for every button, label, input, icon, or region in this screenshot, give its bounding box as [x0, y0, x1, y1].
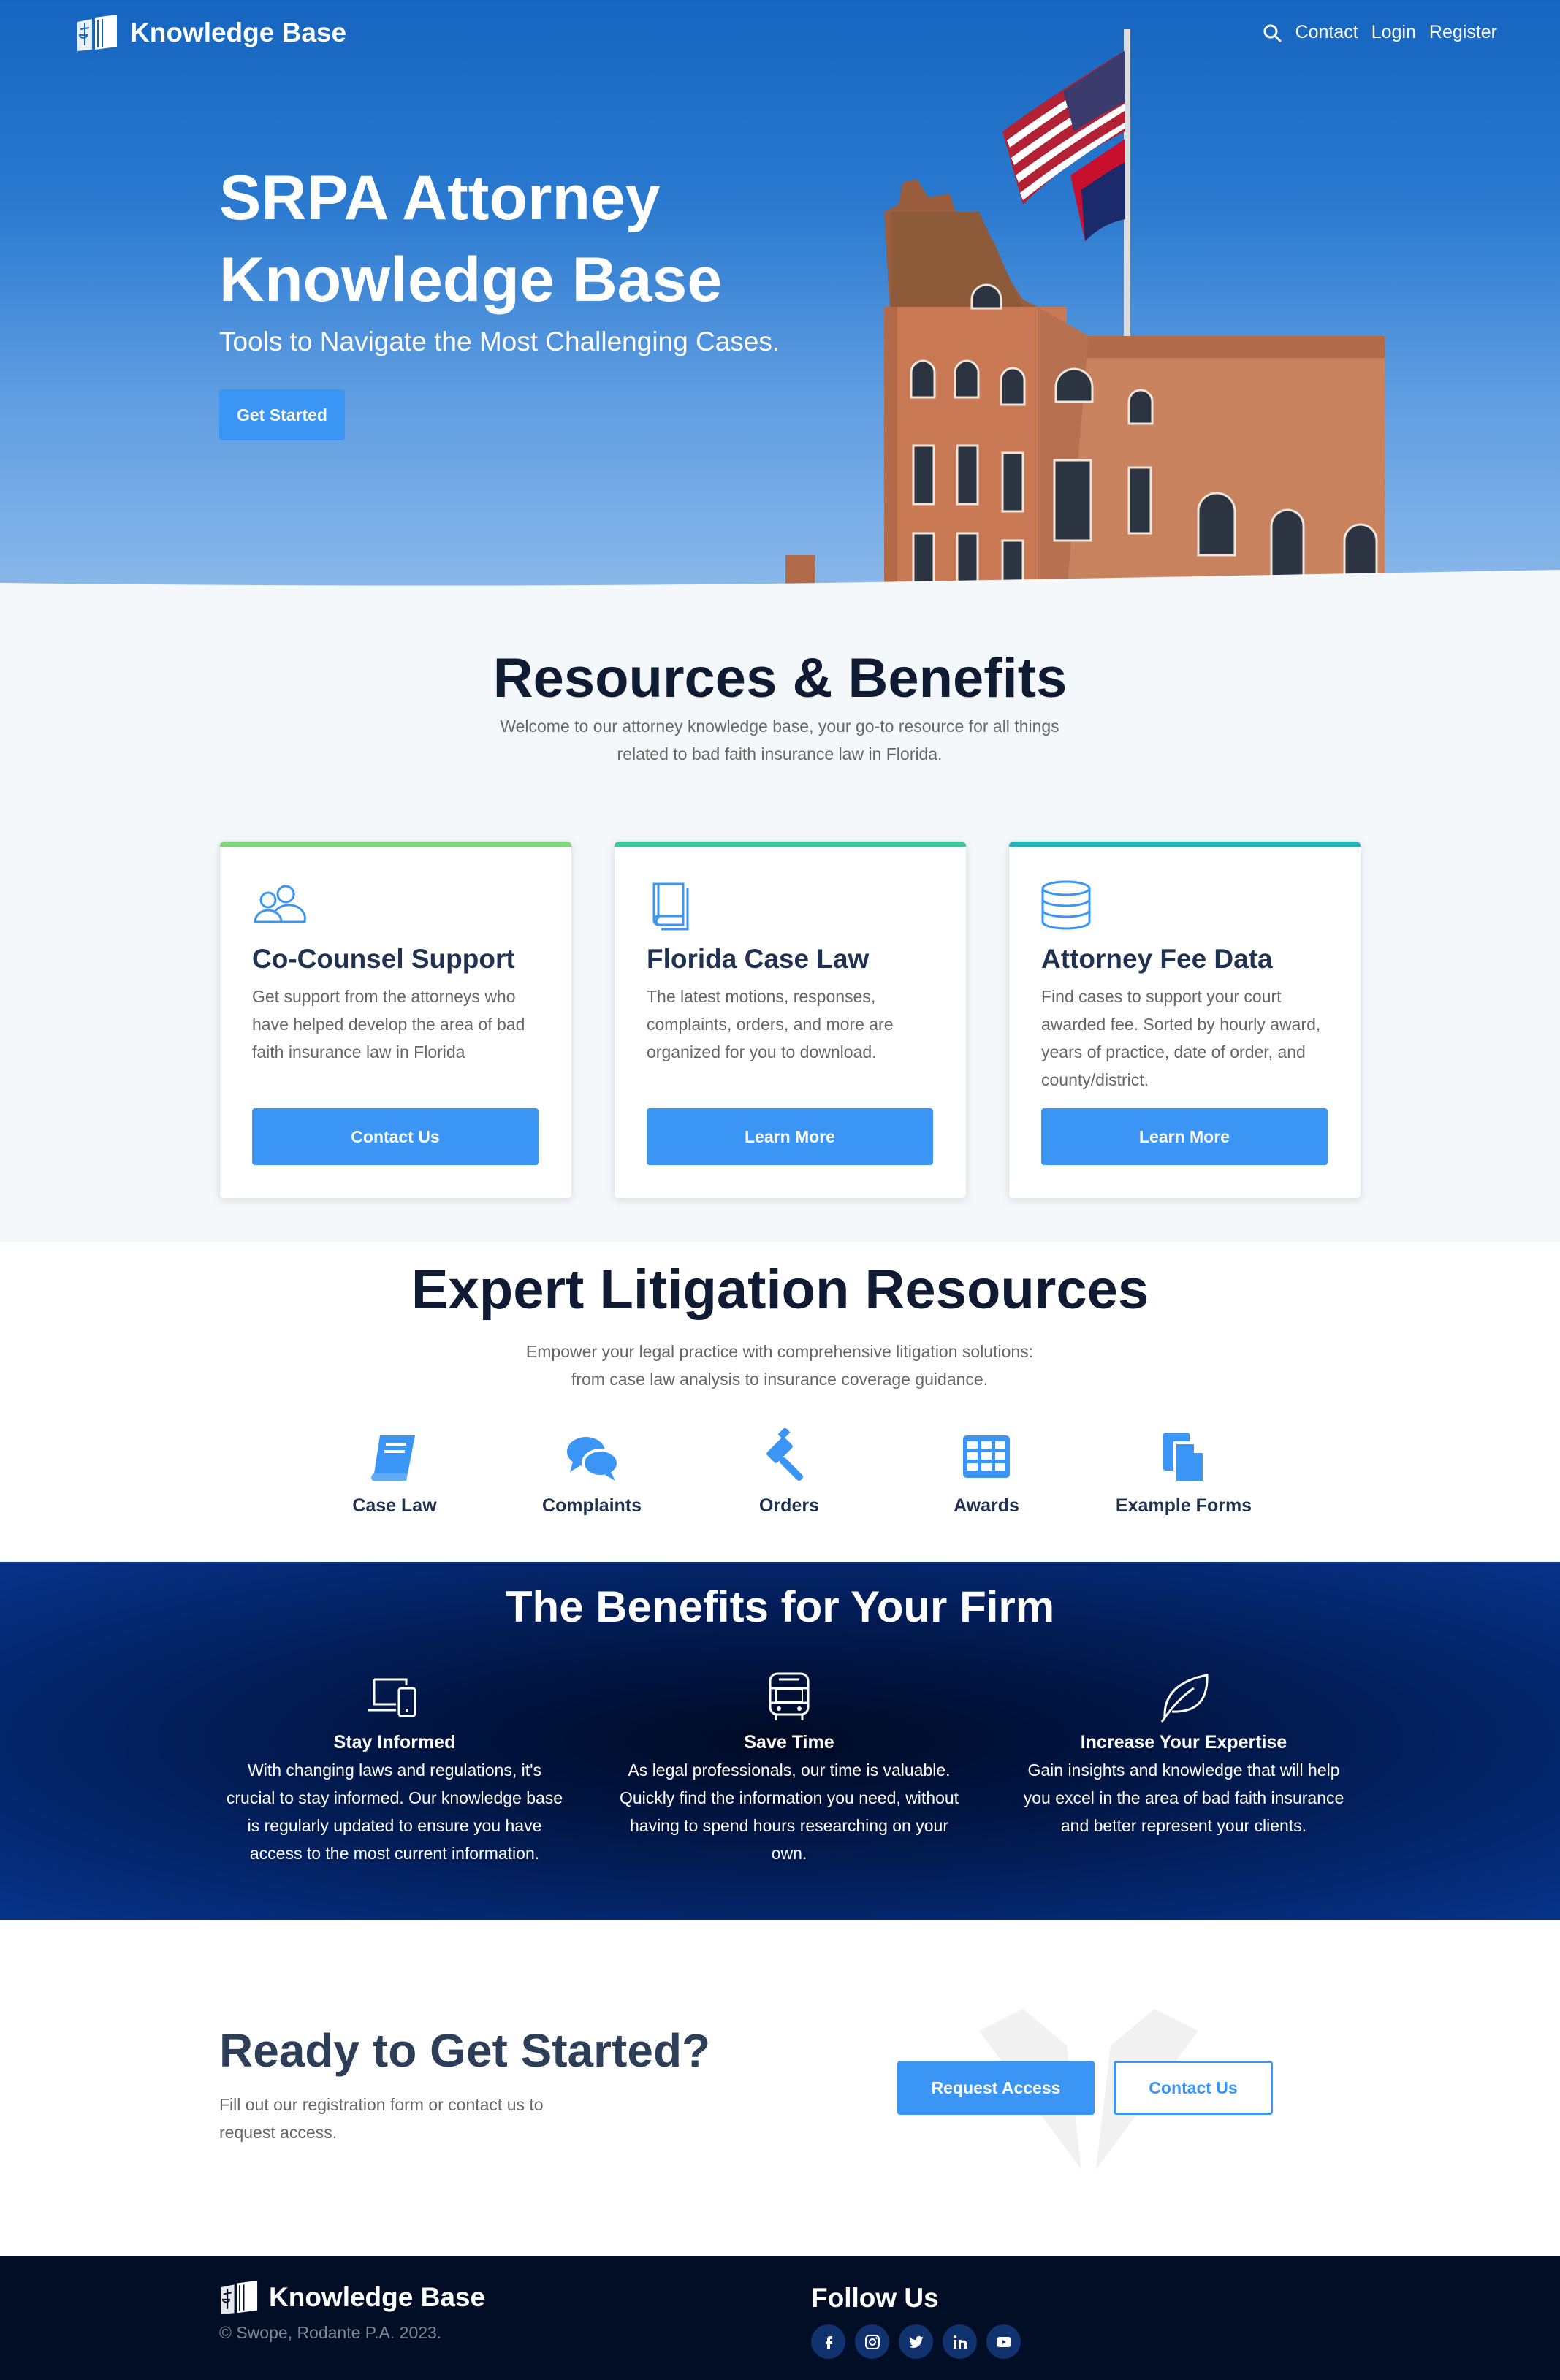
nav-register-link[interactable]: Register [1429, 22, 1497, 43]
footer [0, 2256, 1560, 2380]
twitter-icon[interactable] [899, 2324, 933, 2359]
resources-title: Resources & Benefits [492, 647, 1068, 709]
card-title: Co-Counsel Support [252, 944, 515, 974]
nav-login-link[interactable]: Login [1371, 22, 1416, 43]
get-started-button[interactable]: Get Started [219, 389, 345, 440]
bus-icon [769, 1672, 810, 1720]
card-attorney-fee-data: Attorney Fee Data Find cases to support … [1008, 841, 1361, 1199]
tool-example-forms[interactable]: Example Forms [1103, 1428, 1264, 1517]
card-co-counsel: Co-Counsel Support Get support from the … [219, 841, 572, 1199]
users-icon [254, 885, 306, 923]
tool-case-law[interactable]: Case Law [314, 1428, 475, 1517]
logo-text: Knowledge Base [130, 18, 347, 47]
database-icon [1041, 880, 1091, 930]
litigation-title: Expert Litigation Resources [411, 1259, 1149, 1321]
tool-label: Example Forms [1115, 1495, 1252, 1516]
book-icon [652, 882, 689, 931]
tool-awards[interactable]: Awards [906, 1428, 1067, 1517]
top-nav: Contact Login Register [1262, 22, 1497, 43]
cta-contact-us-button[interactable]: Contact Us [1114, 2061, 1273, 2115]
nav-contact-link[interactable]: Contact [1295, 22, 1358, 43]
footer-logo-text: Knowledge Base [269, 2282, 486, 2312]
hero-wave-divider [0, 570, 1560, 592]
card-accent-bar [615, 842, 966, 847]
tool-label: Awards [954, 1495, 1019, 1516]
follow-us-title: Follow Us [811, 2283, 939, 2313]
card-accent-bar [1009, 842, 1361, 847]
benefit-save-time: Save Time As legal professionals, our ti… [617, 1669, 961, 1867]
contact-us-button[interactable]: Contact Us [252, 1108, 539, 1165]
hero-subtitle: Tools to Navigate the Most Challenging C… [219, 327, 780, 356]
litigation-description: Empower your legal practice with compreh… [525, 1342, 1034, 1389]
scales-book-icon [77, 15, 117, 51]
benefit-title: Stay Informed [333, 1732, 456, 1752]
benefits-title: The Benefits for Your Firm [505, 1582, 1055, 1631]
card-title: Florida Case Law [647, 944, 870, 974]
cta-text: Fill out our registration form or contac… [219, 2095, 544, 2142]
card-title: Attorney Fee Data [1041, 944, 1273, 974]
tool-label: Case Law [352, 1495, 437, 1516]
benefit-increase-expertise: Increase Your Expertise Gain insights an… [1012, 1669, 1355, 1839]
tool-label: Complaints [541, 1495, 642, 1516]
benefit-text: With changing laws and regulations, it's… [226, 1761, 563, 1863]
book-icon [371, 1435, 415, 1481]
resources-description: Welcome to our attorney knowledge base, … [500, 717, 1059, 763]
search-icon[interactable] [1262, 23, 1282, 43]
devices-icon [368, 1678, 416, 1717]
leaf-icon [1160, 1674, 1209, 1723]
card-text: Find cases to support your court awarded… [1041, 987, 1321, 1089]
facebook-icon[interactable] [811, 2324, 845, 2359]
benefit-stay-informed: Stay Informed With changing laws and reg… [223, 1669, 566, 1867]
benefit-title: Increase Your Expertise [1080, 1732, 1287, 1752]
chat-bubbles-icon [567, 1437, 620, 1481]
footer-logo[interactable]: Knowledge Base [219, 2279, 485, 2316]
tool-orders[interactable]: Orders [709, 1428, 870, 1517]
tool-label: Orders [759, 1495, 819, 1516]
copyright-text: © Swope, Rodante P.A. 2023. [219, 2323, 442, 2342]
tool-complaints[interactable]: Complaints [511, 1428, 672, 1517]
card-text: Get support from the attorneys who have … [252, 987, 525, 1061]
learn-more-button[interactable]: Learn More [1041, 1108, 1328, 1165]
instagram-icon[interactable] [855, 2324, 889, 2359]
benefit-text: As legal professionals, our time is valu… [619, 1761, 959, 1863]
table-grid-icon [963, 1435, 1010, 1478]
social-links [811, 2324, 1021, 2359]
hero-title: SRPA Attorney Knowledge Base [219, 163, 723, 315]
learn-more-button[interactable]: Learn More [647, 1108, 933, 1165]
documents-icon [1163, 1433, 1206, 1484]
scales-book-icon [221, 2280, 258, 2315]
site-logo[interactable]: Knowledge Base [76, 13, 346, 53]
cta-title: Ready to Get Started? [219, 2024, 711, 2077]
youtube-icon[interactable] [986, 2324, 1021, 2359]
card-accent-bar [220, 842, 571, 847]
benefit-text: Gain insights and knowledge that will he… [1023, 1761, 1344, 1835]
gavel-icon [766, 1428, 804, 1481]
request-access-button[interactable]: Request Access [897, 2061, 1095, 2115]
card-florida-case-law: Florida Case Law The latest motions, res… [614, 841, 967, 1199]
benefit-title: Save Time [744, 1732, 834, 1752]
card-text: The latest motions, responses, complaint… [647, 987, 894, 1061]
linkedin-icon[interactable] [943, 2324, 977, 2359]
